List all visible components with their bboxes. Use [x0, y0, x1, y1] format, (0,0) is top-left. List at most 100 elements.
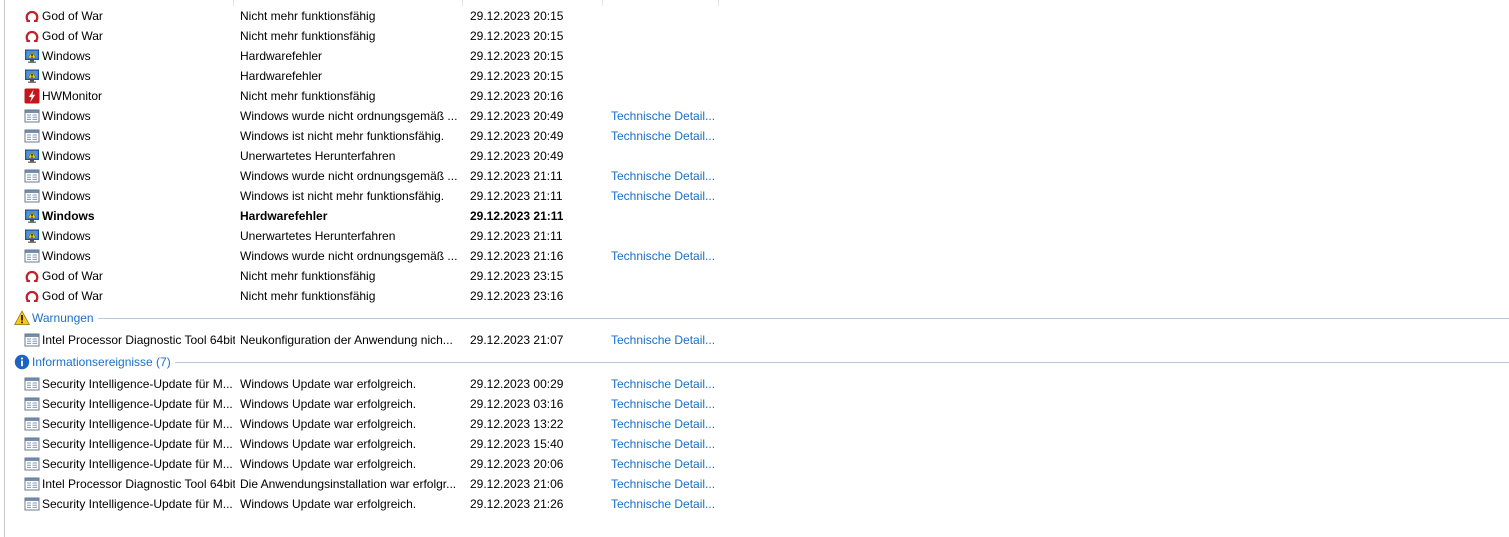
- row-icon-cell: [24, 434, 40, 454]
- technical-details-link[interactable]: Technische Detail...: [611, 126, 721, 146]
- row-icon-cell: [24, 166, 40, 186]
- source-cell: Windows: [42, 109, 91, 123]
- table-row[interactable]: Security Intelligence-Update für M... Win…: [0, 394, 1509, 414]
- date-cell: 29.12.2023 20:16: [470, 89, 564, 103]
- table-row[interactable]: Windows Windows wurde nicht ordnungsgemäß…: [0, 106, 1509, 126]
- table-row[interactable]: Security Intelligence-Update für M... Win…: [0, 414, 1509, 434]
- source-cell: Windows: [42, 189, 91, 203]
- table-row[interactable]: Intel Processor Diagnostic Tool 64bit Die…: [0, 474, 1509, 494]
- technical-details-link[interactable]: Technische Detail...: [611, 106, 721, 126]
- table-row[interactable]: Windows Windows ist nicht mehr funktionsf…: [0, 186, 1509, 206]
- table-row[interactable]: Security Intelligence-Update für M... Win…: [0, 434, 1509, 454]
- date-cell: 29.12.2023 13:22: [470, 417, 564, 431]
- source-cell: Windows: [42, 49, 91, 63]
- table-row[interactable]: God of War Nicht mehr funktionsfähig 29.12…: [0, 6, 1509, 26]
- table-row[interactable]: Windows Hardwarefehler 29.12.2023 21:11: [0, 206, 1509, 226]
- source-cell: Security Intelligence-Update für M...: [42, 497, 233, 511]
- info-icon: [14, 354, 30, 370]
- row-icon-cell: [24, 394, 40, 414]
- table-row[interactable]: HWMonitor Nicht mehr funktionsfähig 29.12.…: [0, 86, 1509, 106]
- table-row[interactable]: Windows Unerwartetes Herunterfahren 29.12.…: [0, 226, 1509, 246]
- generic-app-icon: [24, 188, 40, 204]
- source-cell: God of War: [42, 269, 103, 283]
- source-cell: Windows: [42, 209, 95, 223]
- generic-app-icon: [24, 456, 40, 472]
- summary-cell: Unerwartetes Herunterfahren: [240, 149, 396, 163]
- summary-cell: Nicht mehr funktionsfähig: [240, 29, 376, 43]
- date-cell: 29.12.2023 21:11: [470, 189, 563, 203]
- table-row[interactable]: Windows Windows wurde nicht ordnungsgemäß…: [0, 246, 1509, 266]
- summary-cell: Nicht mehr funktionsfähig: [240, 9, 376, 23]
- row-icon-cell: [24, 106, 40, 126]
- source-cell: God of War: [42, 29, 103, 43]
- table-row[interactable]: Windows Unerwartetes Herunterfahren 29.12.…: [0, 146, 1509, 166]
- generic-app-icon: [24, 376, 40, 392]
- god-of-war-icon: [24, 268, 40, 284]
- technical-details-link[interactable]: Technische Detail...: [611, 494, 721, 514]
- date-cell: 29.12.2023 23:15: [470, 269, 564, 283]
- windows-monitor-icon: [24, 148, 40, 164]
- source-cell: Windows: [42, 69, 91, 83]
- source-cell: Windows: [42, 129, 91, 143]
- table-row[interactable]: God of War Nicht mehr funktionsfähig 29.12…: [0, 286, 1509, 306]
- source-cell: Security Intelligence-Update für M...: [42, 377, 233, 391]
- windows-monitor-icon: [24, 48, 40, 64]
- technical-details-link[interactable]: Technische Detail...: [611, 434, 721, 454]
- date-cell: 29.12.2023 21:06: [470, 477, 564, 491]
- table-row[interactable]: Windows Hardwarefehler 29.12.2023 20:15: [0, 46, 1509, 66]
- source-cell: Intel Processor Diagnostic Tool 64bit: [42, 333, 235, 347]
- source-cell: Security Intelligence-Update für M...: [42, 457, 233, 471]
- table-row[interactable]: Intel Processor Diagnostic Tool 64bit Neu…: [0, 330, 1509, 350]
- summary-cell: Windows Update war erfolgreich.: [240, 417, 417, 431]
- windows-monitor-icon: [24, 208, 40, 224]
- summary-cell: Windows Update war erfolgreich.: [240, 377, 417, 391]
- group-header-label: Informationsereignisse (7): [32, 355, 171, 369]
- technical-details-link[interactable]: Technische Detail...: [611, 454, 721, 474]
- date-cell: 29.12.2023 20:15: [470, 9, 564, 23]
- row-icon-cell: [24, 286, 40, 306]
- row-icon-cell: [24, 494, 40, 514]
- summary-cell: Windows ist nicht mehr funktionsfähig.: [240, 129, 445, 143]
- table-row[interactable]: Windows Windows wurde nicht ordnungsgemäß…: [0, 166, 1509, 186]
- summary-cell: Unerwartetes Herunterfahren: [240, 229, 396, 243]
- group-header[interactable]: Informationsereignisse (7): [0, 352, 1509, 372]
- source-cell: Security Intelligence-Update für M...: [42, 437, 233, 451]
- date-cell: 29.12.2023 21:11: [470, 169, 563, 183]
- row-icon-cell: [24, 46, 40, 66]
- table-row[interactable]: God of War Nicht mehr funktionsfähig 29.12…: [0, 26, 1509, 46]
- technical-details-link[interactable]: Technische Detail...: [611, 474, 721, 494]
- table-row[interactable]: Security Intelligence-Update für M... Win…: [0, 494, 1509, 514]
- table-row[interactable]: Security Intelligence-Update für M... Win…: [0, 374, 1509, 394]
- technical-details-link[interactable]: Technische Detail...: [611, 374, 721, 394]
- technical-details-link[interactable]: Technische Detail...: [611, 394, 721, 414]
- table-row[interactable]: Windows Hardwarefehler 29.12.2023 20:15: [0, 66, 1509, 86]
- row-icon-cell: [24, 6, 40, 26]
- group-header[interactable]: Warnungen: [0, 308, 1509, 328]
- table-row[interactable]: Windows Windows ist nicht mehr funktionsf…: [0, 126, 1509, 146]
- date-cell: 29.12.2023 20:15: [470, 69, 564, 83]
- technical-details-link[interactable]: Technische Detail...: [611, 330, 721, 350]
- summary-cell: Windows Update war erfolgreich.: [240, 437, 417, 451]
- date-cell: 29.12.2023 20:15: [470, 49, 564, 63]
- generic-app-icon: [24, 332, 40, 348]
- source-cell: Windows: [42, 229, 91, 243]
- table-row[interactable]: Security Intelligence-Update für M... Win…: [0, 454, 1509, 474]
- generic-app-icon: [24, 476, 40, 492]
- row-icon-cell: [24, 86, 40, 106]
- technical-details-link[interactable]: Technische Detail...: [611, 246, 721, 266]
- technical-details-link[interactable]: Technische Detail...: [611, 186, 721, 206]
- row-icon-cell: [24, 206, 40, 226]
- summary-cell: Neukonfiguration der Anwendung nich...: [240, 333, 453, 347]
- group-divider: [175, 362, 1509, 363]
- technical-details-link[interactable]: Technische Detail...: [611, 166, 721, 186]
- date-cell: 29.12.2023 20:49: [470, 129, 564, 143]
- source-cell: Security Intelligence-Update für M...: [42, 397, 233, 411]
- date-cell: 29.12.2023 21:11: [470, 209, 564, 223]
- windows-monitor-icon: [24, 228, 40, 244]
- table-row[interactable]: God of War Nicht mehr funktionsfähig 29.12…: [0, 266, 1509, 286]
- generic-app-icon: [24, 128, 40, 144]
- technical-details-link[interactable]: Technische Detail...: [611, 414, 721, 434]
- generic-app-icon: [24, 168, 40, 184]
- group-header-label: Warnungen: [32, 311, 94, 325]
- date-cell: 29.12.2023 21:16: [470, 249, 564, 263]
